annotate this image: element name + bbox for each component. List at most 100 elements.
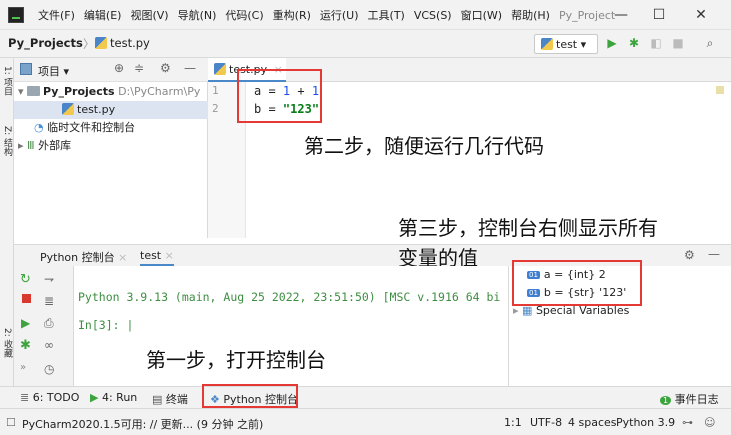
todo-tab-label: 6: TODO <box>32 391 80 404</box>
close-tab-icon[interactable]: × <box>118 251 127 264</box>
menu-file[interactable]: 文件(F) <box>38 7 75 23</box>
clock-icon[interactable]: ◷ <box>44 362 54 376</box>
console-toolbar: ↻ ▶ ✱ » ⇁ ≣ ⎙ ∞ ◷ <box>14 266 74 386</box>
expand-icon[interactable]: » <box>20 362 26 373</box>
rerun-icon[interactable]: ↻ <box>20 272 31 287</box>
line-number: 1 <box>212 84 219 97</box>
caret-position[interactable]: 1:1 <box>504 416 522 429</box>
tree-item-scratches[interactable]: ◔ 临时文件和控制台 <box>14 119 208 137</box>
python-file-icon <box>62 103 74 115</box>
breadcrumb-root[interactable]: Py_Projects <box>8 36 83 50</box>
tree-external-libs-label: 外部库 <box>38 139 72 152</box>
print-icon[interactable]: ⎙ <box>44 316 54 331</box>
tree-item-root[interactable]: ▾ Py_Projects D:\PyCharm\Py <box>14 83 208 101</box>
pycharm-app-icon <box>8 7 24 23</box>
show-variables-icon[interactable]: ∞ <box>44 338 54 352</box>
run-icon[interactable]: ▶ <box>604 35 620 51</box>
python-file-icon <box>214 63 226 75</box>
inspector-icon[interactable]: ☺ <box>704 416 715 429</box>
event-log-icon: 1 <box>660 396 672 405</box>
menu-tools[interactable]: 工具(T) <box>368 7 405 23</box>
stop-icon[interactable]: ■ <box>670 35 686 51</box>
run-tab-label: 4: Run <box>101 391 138 404</box>
indent-setting[interactable]: 4 spaces <box>568 416 617 429</box>
console-banner: Python 3.9.13 (main, Aug 25 2022, 23:51:… <box>78 290 501 304</box>
locate-icon[interactable]: ⊕ <box>114 61 124 75</box>
soft-wrap-icon[interactable]: ⇁ <box>44 272 54 286</box>
run-config-label: test ▾ <box>556 38 587 51</box>
breadcrumb-separator-icon: 〉 <box>83 37 95 51</box>
tree-item-test-py[interactable]: test.py <box>14 101 208 119</box>
favorites-tool-tab[interactable]: 2: 收藏 <box>1 328 14 358</box>
menu-view[interactable]: 视图(V) <box>130 7 168 23</box>
debug-icon[interactable]: ✱ <box>626 35 642 51</box>
folder-icon <box>27 86 41 96</box>
status-message[interactable]: PyCharm2020.1.5可用: // 更新... (9 分钟 之前) <box>22 416 263 432</box>
maximize-button[interactable]: ☐ <box>642 5 676 25</box>
minimize-button[interactable]: — <box>604 5 638 25</box>
tree-item-external-libs[interactable]: ▸ Ⅲ 外部库 <box>14 137 208 155</box>
python-file-icon <box>541 38 553 50</box>
collapse-icon[interactable]: ≑ <box>134 61 144 75</box>
project-view-icon <box>20 63 32 75</box>
stop-icon[interactable] <box>22 294 31 303</box>
run-icon[interactable]: ▶ <box>21 316 30 330</box>
menu-run[interactable]: 运行(U) <box>320 7 359 23</box>
tree-test-py-label: test.py <box>77 103 116 116</box>
hide-icon[interactable]: — <box>184 61 196 75</box>
menu-window[interactable]: 窗口(W) <box>461 7 502 23</box>
project-tool-tab[interactable]: 1: 项目 <box>1 66 14 96</box>
menu-edit[interactable]: 编辑(E) <box>84 7 122 23</box>
tree-root-label: Py_Projects <box>43 85 115 98</box>
search-icon[interactable]: ⌕ <box>702 35 718 51</box>
status-bar: ☐ PyCharm2020.1.5可用: // 更新... (9 分钟 之前) … <box>0 408 731 435</box>
project-view-dropdown[interactable]: 项目 ▾ <box>38 63 69 79</box>
menu-code[interactable]: 代码(C) <box>225 7 263 23</box>
navigation-bar: Py_Projects 〉 test.py test ▾ ▶ ✱ ◧ ■ ⌕ <box>0 30 731 58</box>
menu-refactor[interactable]: 重构(R) <box>273 7 311 23</box>
history-icon[interactable]: ≣ <box>44 294 54 308</box>
highlight-box-code <box>237 69 322 123</box>
terminal-tab[interactable]: ▤ 终端 <box>152 391 188 407</box>
inspection-marker <box>716 86 724 94</box>
run-icon: ▶ <box>90 391 99 404</box>
expand-arrow-icon: ▾ <box>18 85 24 98</box>
console-prompt[interactable]: In[3]: | <box>78 318 133 332</box>
scratches-icon: ◔ <box>34 121 44 134</box>
gear-icon[interactable]: ⚙ <box>160 61 171 75</box>
menu-navigate[interactable]: 导航(N) <box>178 7 217 23</box>
todo-tab[interactable]: ≣ 6: TODO <box>20 391 79 404</box>
console-tab-test[interactable]: test × <box>140 249 174 266</box>
breadcrumb-file[interactable]: test.py <box>95 36 150 50</box>
line-number: 2 <box>212 102 219 115</box>
menu-vcs[interactable]: VCS(S) <box>414 9 452 22</box>
run-config-dropdown[interactable]: test ▾ <box>534 34 598 54</box>
coverage-icon[interactable]: ◧ <box>648 35 664 51</box>
expand-arrow-icon: ▸ <box>18 139 24 152</box>
debug-icon[interactable]: ✱ <box>20 338 31 353</box>
file-encoding[interactable]: UTF-8 <box>530 416 562 429</box>
menu-help[interactable]: 帮助(H) <box>511 7 550 23</box>
terminal-icon: ▤ <box>152 393 163 406</box>
interpreter[interactable]: Python 3.9 <box>616 416 675 429</box>
status-panel-icon[interactable]: ☐ <box>6 416 16 429</box>
hide-icon[interactable]: — <box>708 247 720 261</box>
console-tab-python[interactable]: Python 控制台 × <box>40 249 127 265</box>
annotation-step3-line1: 第三步，控制台右侧显示所有 <box>398 216 658 240</box>
console-tab-test-label: test <box>140 249 162 262</box>
list-icon: ≣ <box>20 391 30 404</box>
close-button[interactable]: ✕ <box>684 5 718 25</box>
gear-icon[interactable]: ⚙ <box>684 248 695 262</box>
annotation-step2: 第二步，随便运行几行代码 <box>304 134 544 158</box>
library-icon: Ⅲ <box>27 139 35 152</box>
lock-icon[interactable]: ⊶ <box>682 416 693 429</box>
structure-tool-tab[interactable]: Z: 结构 <box>1 126 14 156</box>
close-tab-icon[interactable]: × <box>165 249 174 262</box>
project-panel: 项目 ▾ ⊕ ≑ ⚙ — ▾ Py_Projects D:\PyCharm\Py… <box>14 58 208 238</box>
run-tab[interactable]: ▶ 4: Run <box>90 391 137 404</box>
python-file-icon <box>95 37 107 49</box>
tree-root-path: D:\PyCharm\Py <box>118 85 201 98</box>
event-log-tab[interactable]: 1 事件日志 <box>660 391 719 407</box>
terminal-tab-label: 终端 <box>165 393 188 406</box>
title-bar: 文件(F) 编辑(E) 视图(V) 导航(N) 代码(C) 重构(R) 运行(U… <box>0 0 731 30</box>
